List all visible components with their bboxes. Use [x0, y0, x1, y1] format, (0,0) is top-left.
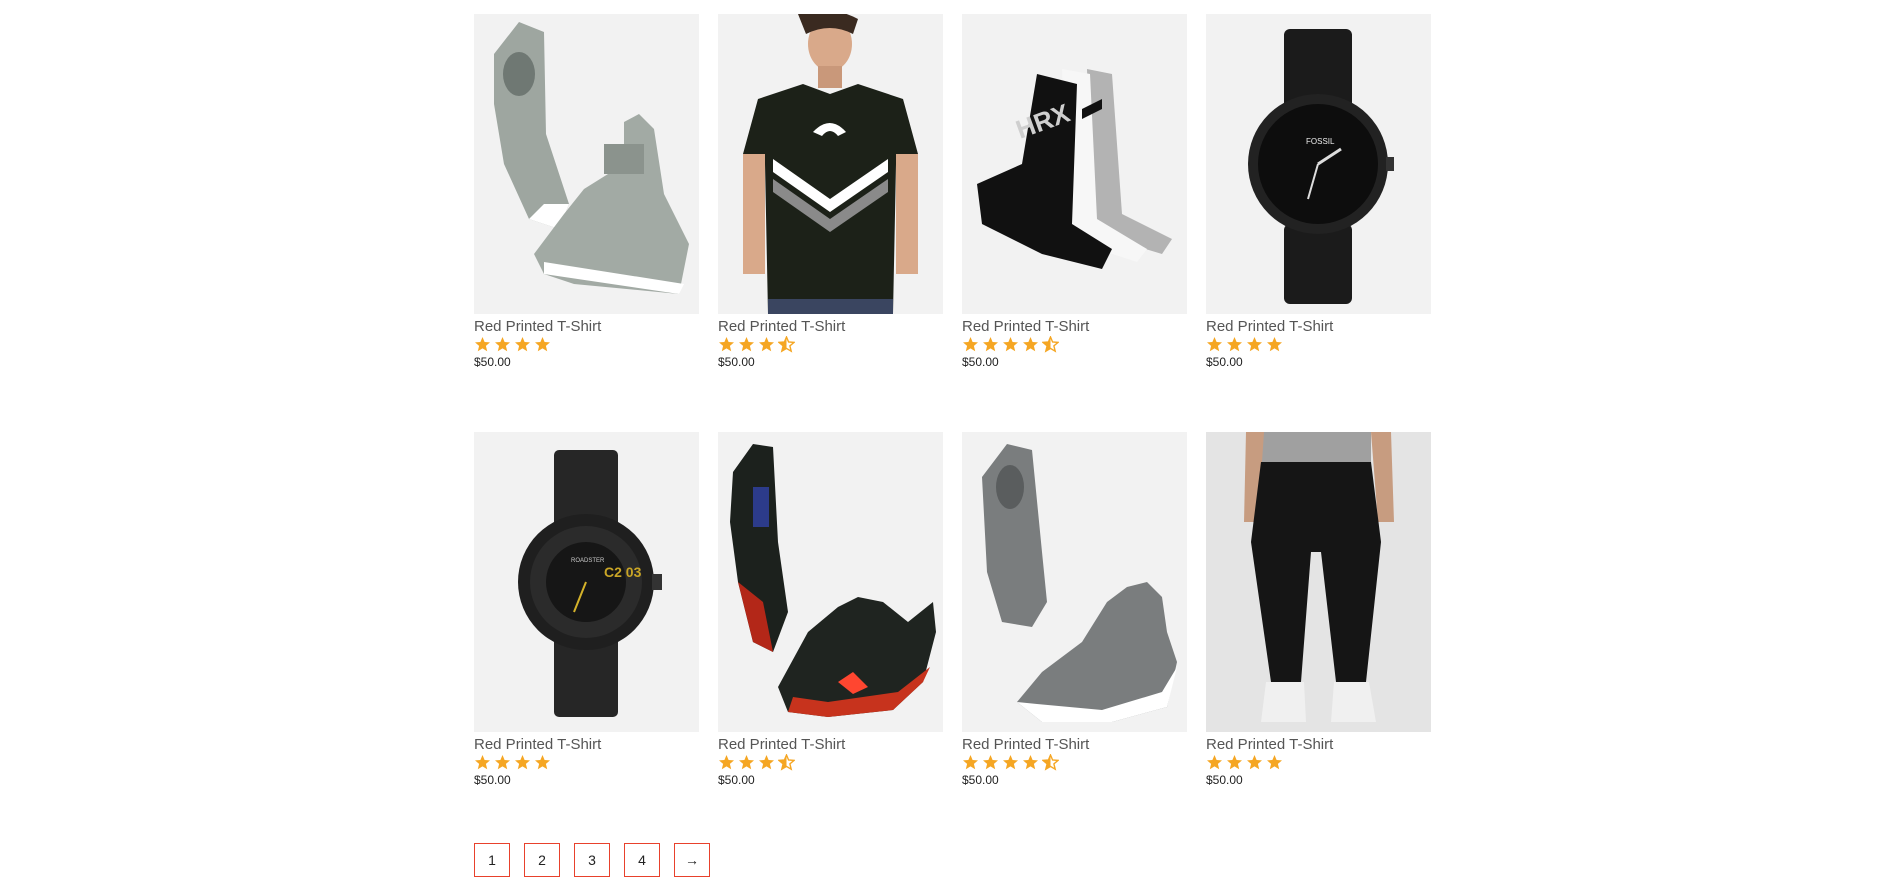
star-full-icon [1003, 337, 1018, 352]
product-price: $50.00 [474, 355, 511, 369]
product-image[interactable] [962, 432, 1187, 732]
star-full-icon [1227, 337, 1242, 352]
svg-text:FOSSIL: FOSSIL [1306, 137, 1335, 146]
star-full-icon [495, 755, 510, 770]
product-image[interactable] [718, 432, 943, 732]
product-rating [962, 336, 1187, 353]
page-4-button[interactable]: 4 [624, 843, 660, 877]
product-rating [718, 336, 943, 353]
star-full-icon [1267, 337, 1282, 352]
product-rating [1206, 336, 1431, 353]
product-image[interactable] [718, 14, 943, 314]
product-price: $50.00 [1206, 355, 1243, 369]
star-full-icon [535, 755, 550, 770]
black-fossil-watch-image: FOSSIL [1248, 29, 1394, 304]
product-image[interactable] [1206, 432, 1431, 732]
black-joggers-image [1206, 432, 1431, 732]
star-full-icon [983, 337, 998, 352]
hrx-socks-image: HRX [977, 69, 1172, 269]
product-image[interactable]: C2 03 ROADSTER [474, 432, 699, 732]
black-red-sneakers-image [730, 444, 936, 717]
next-page-button[interactable]: → [674, 843, 710, 877]
star-full-icon [1003, 755, 1018, 770]
star-full-icon [535, 337, 550, 352]
star-full-icon [983, 755, 998, 770]
product-card[interactable]: Red Printed T-Shirt $50.00 [718, 432, 943, 850]
product-price: $50.00 [718, 773, 755, 787]
product-title[interactable]: Red Printed T-Shirt [718, 318, 943, 336]
star-full-icon [963, 755, 978, 770]
product-title[interactable]: Red Printed T-Shirt [474, 736, 699, 754]
product-card[interactable]: Red Printed T-Shirt $50.00 [474, 14, 699, 432]
black-roadster-watch-image: C2 03 ROADSTER [518, 450, 662, 717]
star-half-icon [1042, 336, 1059, 353]
star-full-icon [719, 337, 734, 352]
product-title[interactable]: Red Printed T-Shirt [962, 318, 1187, 336]
star-full-icon [1023, 337, 1038, 352]
svg-text:C2 03: C2 03 [604, 564, 642, 580]
product-rating [474, 754, 699, 771]
grey-slip-on-shoes-image [982, 444, 1177, 722]
product-card[interactable]: C2 03 ROADSTER Red Printed T-Shirt $50.0… [474, 432, 699, 850]
star-full-icon [475, 755, 490, 770]
product-rating [718, 754, 943, 771]
svg-text:ROADSTER: ROADSTER [571, 558, 605, 564]
star-full-icon [475, 337, 490, 352]
product-listing-page: Red Printed T-Shirt $50.00 Red Printed T… [0, 0, 1892, 882]
star-half-icon [778, 754, 795, 771]
product-price: $50.00 [718, 355, 755, 369]
pagination: 1 2 3 4 → [474, 843, 710, 877]
product-rating [474, 336, 699, 353]
star-full-icon [1207, 755, 1222, 770]
page-2-button[interactable]: 2 [524, 843, 560, 877]
product-title[interactable]: Red Printed T-Shirt [1206, 736, 1431, 754]
product-grid: Red Printed T-Shirt $50.00 Red Printed T… [474, 14, 1431, 850]
page-1-button[interactable]: 1 [474, 843, 510, 877]
star-half-icon [778, 336, 795, 353]
star-half-icon [1042, 754, 1059, 771]
star-full-icon [1247, 337, 1262, 352]
product-card[interactable]: HRX Red Printed T-Shirt $50.00 [962, 14, 1187, 432]
product-rating [962, 754, 1187, 771]
product-title[interactable]: Red Printed T-Shirt [474, 318, 699, 336]
star-full-icon [1207, 337, 1222, 352]
product-price: $50.00 [1206, 773, 1243, 787]
product-card[interactable]: Red Printed T-Shirt $50.00 [1206, 432, 1431, 850]
product-card[interactable]: Red Printed T-Shirt $50.00 [962, 432, 1187, 850]
product-image[interactable]: HRX [962, 14, 1187, 314]
product-price: $50.00 [962, 773, 999, 787]
star-full-icon [515, 337, 530, 352]
star-full-icon [1023, 755, 1038, 770]
product-title[interactable]: Red Printed T-Shirt [962, 736, 1187, 754]
star-full-icon [1267, 755, 1282, 770]
product-title[interactable]: Red Printed T-Shirt [1206, 318, 1431, 336]
star-full-icon [739, 755, 754, 770]
black-puma-tshirt-image [743, 14, 918, 314]
star-full-icon [1247, 755, 1262, 770]
star-full-icon [759, 755, 774, 770]
star-full-icon [719, 755, 734, 770]
product-title[interactable]: Red Printed T-Shirt [718, 736, 943, 754]
star-full-icon [963, 337, 978, 352]
product-price: $50.00 [962, 355, 999, 369]
product-image[interactable] [474, 14, 699, 314]
product-card[interactable]: Red Printed T-Shirt $50.00 [718, 14, 943, 432]
page-3-button[interactable]: 3 [574, 843, 610, 877]
star-full-icon [1227, 755, 1242, 770]
product-price: $50.00 [474, 773, 511, 787]
star-full-icon [759, 337, 774, 352]
star-full-icon [739, 337, 754, 352]
grey-high-top-sneakers-image [494, 22, 689, 294]
star-full-icon [515, 755, 530, 770]
product-card[interactable]: FOSSIL Red Printed T-Shirt $50.00 [1206, 14, 1431, 432]
product-rating [1206, 754, 1431, 771]
product-image[interactable]: FOSSIL [1206, 14, 1431, 314]
star-full-icon [495, 337, 510, 352]
